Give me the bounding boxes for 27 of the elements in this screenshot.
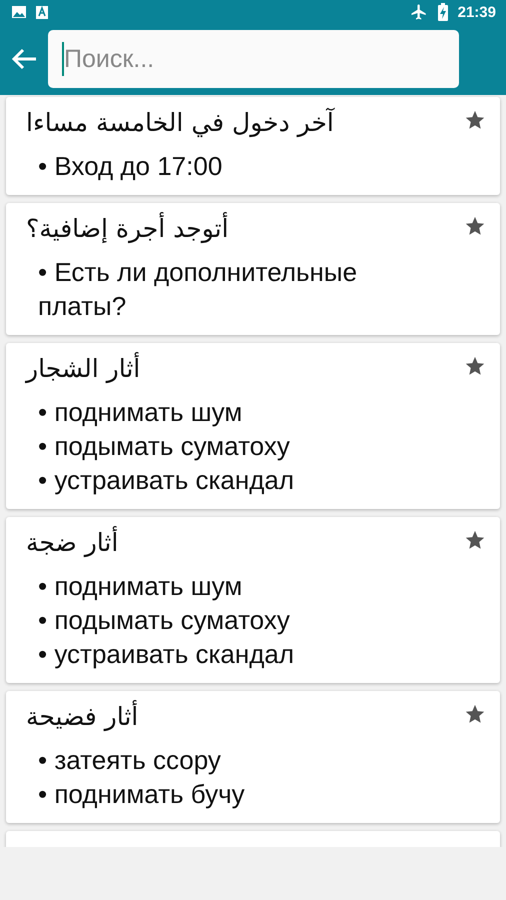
- arabic-headword: أثار الشجار: [26, 351, 140, 386]
- clock-time: 21:39: [458, 4, 496, 20]
- translation-text: • поднимать бучу: [38, 778, 245, 811]
- translation-text: • поднимать шум: [38, 570, 242, 603]
- back-arrow-icon: [10, 47, 38, 71]
- star-icon[interactable]: [464, 355, 486, 377]
- translation-text: • затеять ссору: [38, 744, 221, 777]
- translation-text: • поднимать шум: [38, 396, 242, 429]
- search-field[interactable]: Поиск...: [48, 30, 459, 88]
- star-icon[interactable]: [464, 703, 486, 725]
- star-icon[interactable]: [464, 109, 486, 131]
- arabic-headword: أثار ضجة: [26, 525, 118, 560]
- font-icon: [36, 6, 48, 18]
- image-icon: [12, 6, 26, 18]
- translation-text: • Есть ли дополнительные платы?: [38, 256, 358, 323]
- translation-text: • подымать суматоху: [38, 604, 290, 637]
- arabic-headword: آخر دخول في الخامسة مساءا: [26, 106, 334, 140]
- battery-charging-icon: [438, 3, 448, 21]
- translation-text: • устраивать скандал: [38, 464, 294, 497]
- arabic-headword: أتوجد أجرة إضافية؟: [26, 211, 229, 246]
- translation-text: • Вход до 17:00: [38, 150, 222, 183]
- airplane-icon: [410, 3, 428, 21]
- arabic-headword: أثار فضيحة: [26, 699, 138, 734]
- star-icon[interactable]: [464, 215, 486, 237]
- translation-text: • подымать суматоху: [38, 430, 290, 463]
- translation-text: • устраивать скандал: [38, 638, 294, 671]
- star-icon[interactable]: [464, 529, 486, 551]
